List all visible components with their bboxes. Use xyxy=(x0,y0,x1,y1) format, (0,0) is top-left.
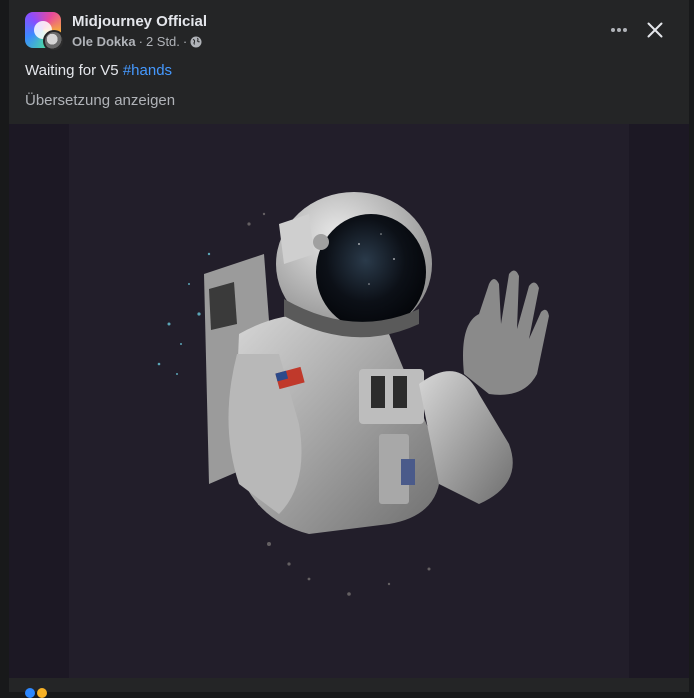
post-time[interactable]: 2 Std. xyxy=(146,34,180,49)
close-icon xyxy=(647,22,663,38)
page-name[interactable]: Midjourney Official xyxy=(72,13,207,30)
meta-separator: · xyxy=(182,34,188,49)
haha-reaction-icon[interactable] xyxy=(37,688,47,698)
globe-icon xyxy=(190,36,202,47)
post-card: Midjourney Official Ole Dokka · 2 Std. · xyxy=(9,0,689,698)
page-avatar[interactable] xyxy=(25,12,65,52)
like-reaction-icon[interactable] xyxy=(25,688,35,698)
post-image[interactable] xyxy=(9,124,689,678)
post-footer xyxy=(9,678,689,698)
ellipsis-icon xyxy=(611,28,627,32)
author-name[interactable]: Ole Dokka xyxy=(72,34,136,49)
post-header: Midjourney Official Ole Dokka · 2 Std. · xyxy=(9,0,689,60)
author-avatar[interactable] xyxy=(43,30,65,52)
astronaut-illustration xyxy=(157,192,549,596)
more-options-button[interactable] xyxy=(607,16,631,44)
post-text: Waiting for V5 #hands xyxy=(25,62,172,79)
translate-link[interactable]: Übersetzung anzeigen xyxy=(25,92,175,109)
close-button[interactable] xyxy=(641,16,669,44)
meta-separator: · xyxy=(138,34,143,49)
post-meta: Ole Dokka · 2 Std. · xyxy=(72,34,202,49)
hashtag-link[interactable]: #hands xyxy=(123,62,172,79)
post-text-body: Waiting for V5 xyxy=(25,62,119,79)
